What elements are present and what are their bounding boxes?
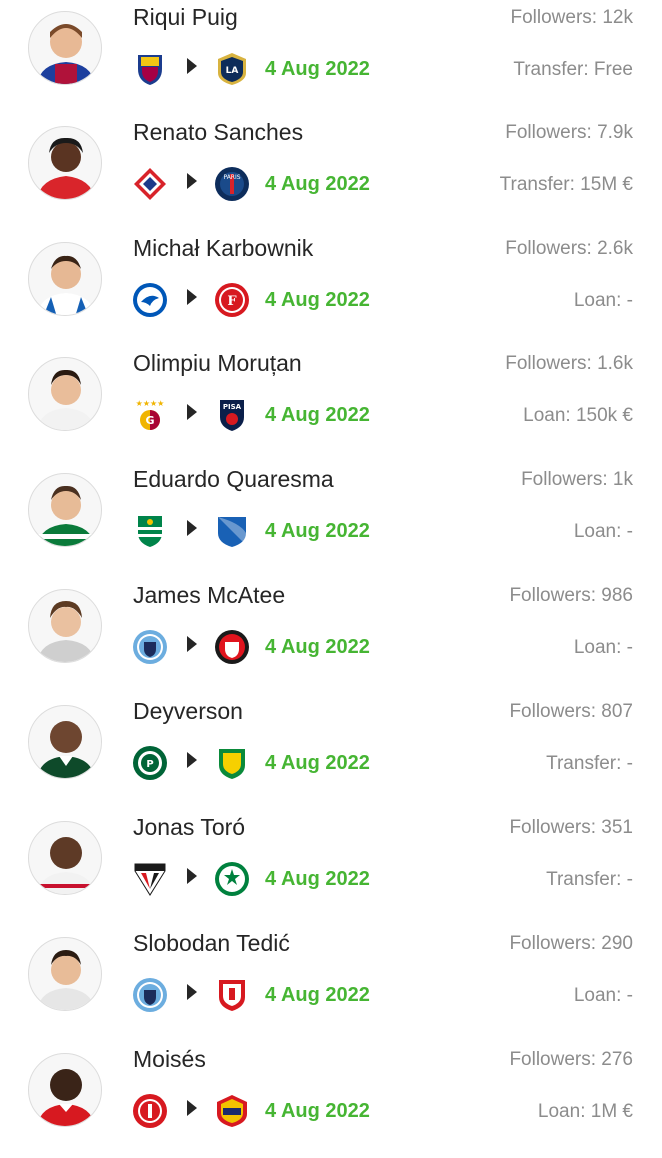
psg-crest-icon[interactable]: PARIS <box>214 166 250 202</box>
pisa-crest-icon[interactable]: PISA <box>214 397 250 433</box>
galatasaray-crest-icon[interactable]: ★★★★ G <box>132 397 168 433</box>
transfer-fee: Loan: - <box>573 521 633 542</box>
transfer-date: 4 Aug 2022 <box>265 58 370 80</box>
fortuna-dusseldorf-crest-icon[interactable]: F <box>214 282 250 318</box>
transfer-arrow-icon <box>187 404 197 420</box>
transfer-date: 4 Aug 2022 <box>265 289 370 311</box>
player-avatar[interactable] <box>28 242 102 316</box>
cuiaba-crest-icon[interactable] <box>214 745 250 781</box>
transfer-fee: Loan: 1M € <box>537 1101 633 1122</box>
transfer-row[interactable]: Renato Sanches Followers: 7.9k PARIS 4 A… <box>0 115 662 231</box>
player-name[interactable]: Riqui Puig <box>133 4 238 31</box>
transfer-row[interactable]: Slobodan Tedić Followers: 290 4 Aug 2022… <box>0 926 662 1042</box>
player-avatar[interactable] <box>28 473 102 547</box>
player-avatar[interactable] <box>28 821 102 895</box>
transfer-row[interactable]: Deyverson Followers: 807 P 4 Aug 2022 Tr… <box>0 694 662 810</box>
cska-moscow-crest-icon[interactable] <box>214 1093 250 1129</box>
transfer-fee: Loan: - <box>573 290 633 311</box>
transfer-fee: Transfer: - <box>546 753 633 774</box>
la-galaxy-crest-icon[interactable]: LA <box>214 51 250 87</box>
manchester-city-crest-icon[interactable] <box>132 629 168 665</box>
panathinaikos-crest-icon[interactable] <box>214 861 250 897</box>
transfer-arrow-icon <box>187 1100 197 1116</box>
svg-text:P: P <box>146 759 153 770</box>
barnsley-crest-icon[interactable] <box>214 977 250 1013</box>
transfer-fee: Loan: - <box>573 637 633 658</box>
transfer-arrow-icon <box>187 289 197 305</box>
player-avatar[interactable] <box>28 937 102 1011</box>
transfer-date: 4 Aug 2022 <box>265 868 370 890</box>
transfer-date: 4 Aug 2022 <box>265 173 370 195</box>
transfer-date: 4 Aug 2022 <box>265 984 370 1006</box>
transfer-row[interactable]: Riqui Puig Followers: 12k LA 4 Aug 2022 … <box>0 0 662 116</box>
player-name[interactable]: Renato Sanches <box>133 119 303 146</box>
transfer-fee: Transfer: Free <box>513 59 633 80</box>
player-name[interactable]: Michał Karbownik <box>133 235 313 262</box>
player-name[interactable]: Moisés <box>133 1046 206 1073</box>
sao-paulo-crest-icon[interactable] <box>132 861 168 897</box>
svg-text:★★★★: ★★★★ <box>136 399 165 408</box>
player-name[interactable]: Deyverson <box>133 698 243 725</box>
svg-text:F: F <box>227 294 237 309</box>
svg-text:G: G <box>145 414 154 427</box>
player-name[interactable]: Slobodan Tedić <box>133 930 290 957</box>
transfer-date: 4 Aug 2022 <box>265 520 370 542</box>
transfer-fee: Transfer: - <box>546 869 633 890</box>
transfer-date: 4 Aug 2022 <box>265 404 370 426</box>
player-name[interactable]: James McAtee <box>133 582 285 609</box>
followers-count: Followers: 12k <box>510 7 634 28</box>
player-avatar[interactable] <box>28 11 102 85</box>
transfer-arrow-icon <box>187 58 197 74</box>
player-avatar[interactable] <box>28 1053 102 1127</box>
transfer-arrow-icon <box>187 984 197 1000</box>
player-avatar[interactable] <box>28 705 102 779</box>
svg-text:LA: LA <box>226 66 239 76</box>
sporting-cp-crest-icon[interactable] <box>132 513 168 549</box>
followers-count: Followers: 2.6k <box>505 238 633 259</box>
followers-count: Followers: 986 <box>509 585 633 606</box>
transfer-row[interactable]: James McAtee Followers: 986 4 Aug 2022 L… <box>0 578 662 694</box>
palmeiras-crest-icon[interactable]: P <box>132 745 168 781</box>
followers-count: Followers: 807 <box>509 701 633 722</box>
followers-count: Followers: 276 <box>509 1049 633 1070</box>
transfer-arrow-icon <box>187 173 197 189</box>
transfer-arrow-icon <box>187 520 197 536</box>
transfer-fee: Loan: - <box>573 985 633 1006</box>
transfer-arrow-icon <box>187 868 197 884</box>
transfer-fee: Transfer: 15M € <box>499 174 633 195</box>
brighton-crest-icon[interactable] <box>132 282 168 318</box>
transfer-row[interactable]: Eduardo Quaresma Followers: 1k 4 Aug 202… <box>0 462 662 578</box>
transfer-date: 4 Aug 2022 <box>265 636 370 658</box>
transfer-row[interactable]: Jonas Toró Followers: 351 4 Aug 2022 Tra… <box>0 810 662 926</box>
transfer-row[interactable]: Olimpiu Moruțan Followers: 1.6k ★★★★ G PI… <box>0 346 662 462</box>
transfer-arrow-icon <box>187 636 197 652</box>
transfers-list: Riqui Puig Followers: 12k LA 4 Aug 2022 … <box>0 0 662 1136</box>
transfer-fee: Loan: 150k € <box>523 405 633 426</box>
player-name[interactable]: Eduardo Quaresma <box>133 466 334 493</box>
transfer-arrow-icon <box>187 752 197 768</box>
followers-count: Followers: 7.9k <box>505 122 633 143</box>
transfer-date: 4 Aug 2022 <box>265 1100 370 1122</box>
svg-text:PISA: PISA <box>223 403 242 411</box>
lille-crest-icon[interactable] <box>132 166 168 202</box>
followers-count: Followers: 1k <box>521 469 633 490</box>
player-name[interactable]: Jonas Toró <box>133 814 245 841</box>
followers-count: Followers: 351 <box>509 817 633 838</box>
transfer-row[interactable]: Michał Karbownik Followers: 2.6k F 4 Aug… <box>0 231 662 347</box>
barcelona-crest-icon[interactable] <box>132 51 168 87</box>
followers-count: Followers: 290 <box>509 933 633 954</box>
transfer-date: 4 Aug 2022 <box>265 752 370 774</box>
sheffield-united-crest-icon[interactable] <box>214 629 250 665</box>
player-avatar[interactable] <box>28 126 102 200</box>
player-avatar[interactable] <box>28 589 102 663</box>
hoffenheim-crest-icon[interactable] <box>214 513 250 549</box>
manchester-city-crest-icon[interactable] <box>132 977 168 1013</box>
player-avatar[interactable] <box>28 357 102 431</box>
followers-count: Followers: 1.6k <box>505 353 633 374</box>
transfer-row[interactable]: Moisés Followers: 276 4 Aug 2022 Loan: 1… <box>0 1042 662 1158</box>
svg-text:PARIS: PARIS <box>223 174 240 181</box>
internacional-crest-icon[interactable] <box>132 1093 168 1129</box>
player-name[interactable]: Olimpiu Moruțan <box>133 350 302 377</box>
